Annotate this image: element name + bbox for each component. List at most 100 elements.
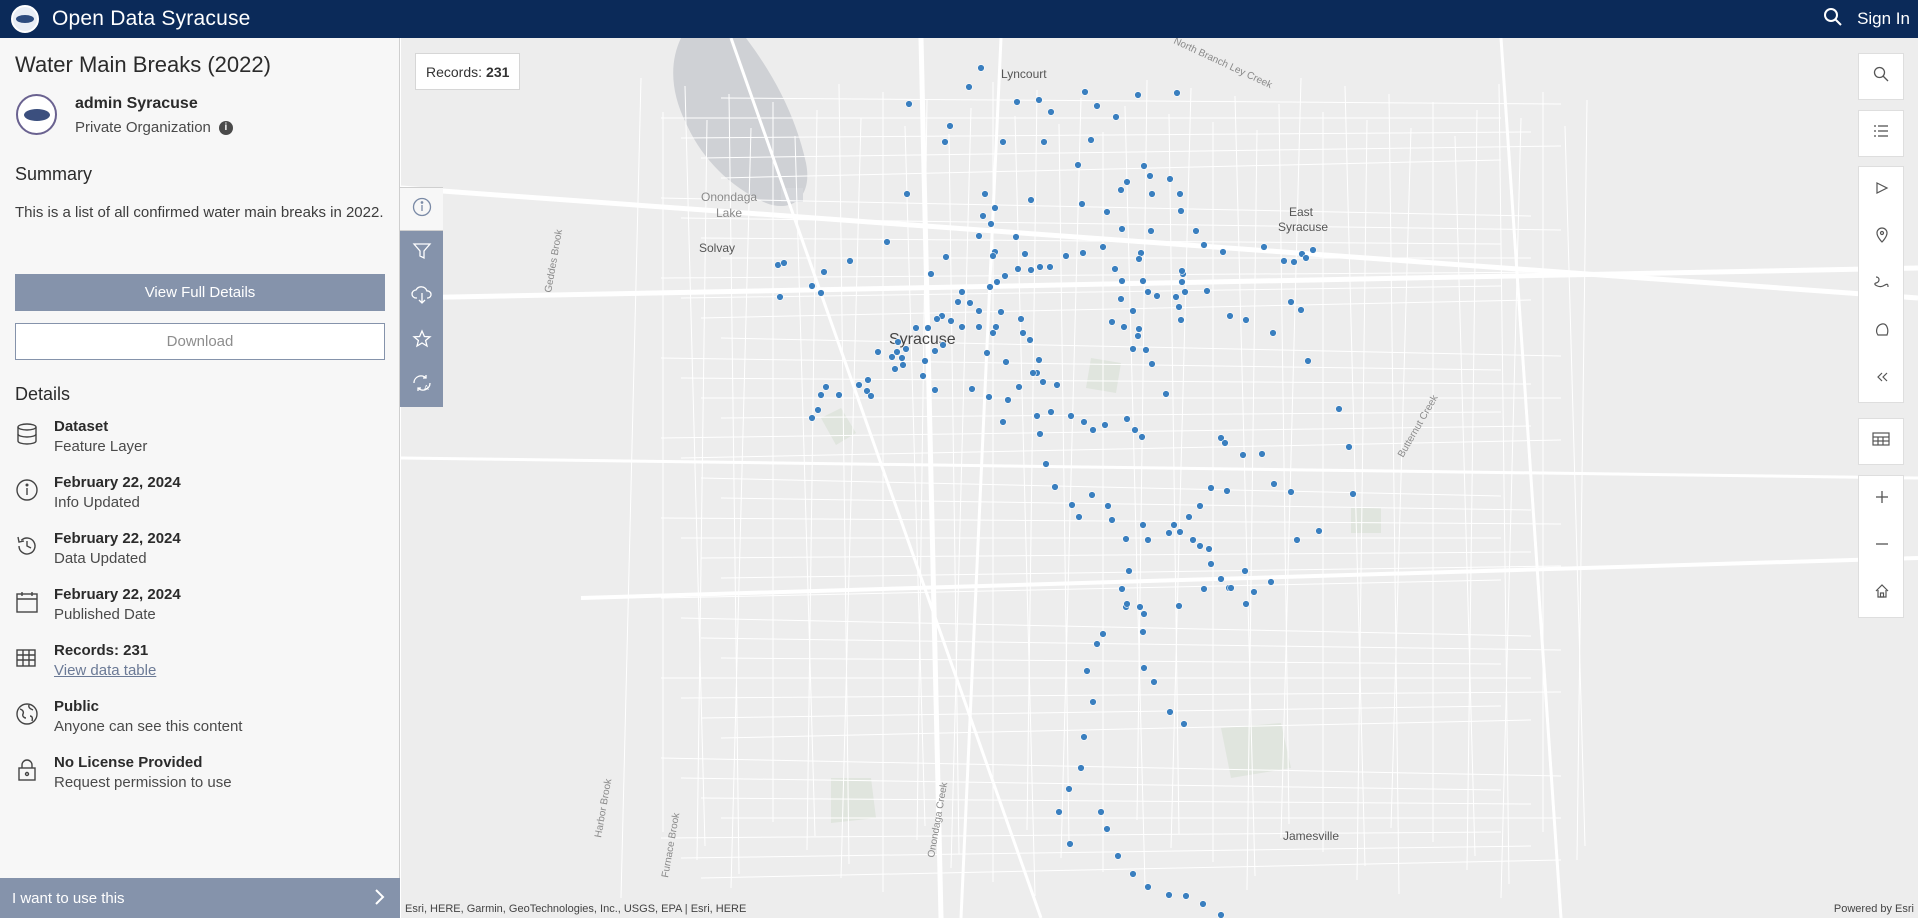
water-main-break-point[interactable]	[1129, 307, 1137, 315]
search-icon[interactable]	[1823, 7, 1843, 32]
water-main-break-point[interactable]	[1185, 513, 1193, 521]
water-main-break-point[interactable]	[1117, 295, 1125, 303]
water-main-break-point[interactable]	[927, 270, 935, 278]
water-main-break-point[interactable]	[1219, 248, 1227, 256]
water-main-break-point[interactable]	[942, 253, 950, 261]
water-main-break-point[interactable]	[817, 391, 825, 399]
water-main-break-point[interactable]	[1083, 667, 1091, 675]
water-main-break-point[interactable]	[1065, 785, 1073, 793]
water-main-break-point[interactable]	[1135, 325, 1143, 333]
water-main-break-point[interactable]	[1026, 336, 1034, 344]
map-search-button[interactable]	[1858, 53, 1904, 100]
water-main-break-point[interactable]	[1035, 356, 1043, 364]
water-main-break-point[interactable]	[999, 138, 1007, 146]
water-main-break-point[interactable]	[977, 64, 985, 72]
water-main-break-point[interactable]	[1241, 567, 1249, 575]
map-attribution[interactable]: Esri, HERE, Garmin, GeoTechnologies, Inc…	[405, 903, 746, 915]
water-main-break-point[interactable]	[1017, 315, 1025, 323]
water-main-break-point[interactable]	[1199, 900, 1207, 908]
water-main-break-point[interactable]	[1042, 460, 1050, 468]
water-main-break-point[interactable]	[1196, 542, 1204, 550]
water-main-break-point[interactable]	[776, 293, 784, 301]
water-main-break-point[interactable]	[1142, 346, 1150, 354]
water-main-break-point[interactable]	[1108, 318, 1116, 326]
water-main-break-point[interactable]	[1131, 426, 1139, 434]
water-main-break-point[interactable]	[1047, 408, 1055, 416]
water-main-break-point[interactable]	[1269, 329, 1277, 337]
water-main-break-point[interactable]	[1123, 178, 1131, 186]
water-main-break-point[interactable]	[991, 204, 999, 212]
water-main-break-point[interactable]	[1223, 487, 1231, 495]
water-main-break-point[interactable]	[1046, 263, 1054, 271]
water-main-break-point[interactable]	[1139, 628, 1147, 636]
water-main-break-point[interactable]	[1125, 567, 1133, 575]
download-button[interactable]: Download	[15, 323, 385, 360]
water-main-break-point[interactable]	[1173, 89, 1181, 97]
water-main-break-point[interactable]	[1140, 664, 1148, 672]
water-main-break-point[interactable]	[987, 220, 995, 228]
water-main-break-point[interactable]	[1144, 536, 1152, 544]
water-main-break-point[interactable]	[1103, 208, 1111, 216]
water-main-break-point[interactable]	[919, 372, 927, 380]
favorite-tool-button[interactable]	[400, 319, 443, 363]
water-main-break-point[interactable]	[1176, 190, 1184, 198]
water-main-break-point[interactable]	[1150, 678, 1158, 686]
water-main-break-point[interactable]	[1078, 200, 1086, 208]
water-main-break-point[interactable]	[1175, 602, 1183, 610]
water-main-break-point[interactable]	[1287, 488, 1295, 496]
water-main-break-point[interactable]	[883, 238, 891, 246]
water-main-break-point[interactable]	[1039, 378, 1047, 386]
water-main-break-point[interactable]	[1144, 288, 1152, 296]
water-main-break-point[interactable]	[1112, 113, 1120, 121]
water-main-break-point[interactable]	[1129, 345, 1137, 353]
water-main-break-point[interactable]	[1302, 254, 1310, 262]
water-main-break-point[interactable]	[933, 315, 941, 323]
water-main-break-point[interactable]	[1139, 521, 1147, 529]
water-main-break-point[interactable]	[1120, 323, 1128, 331]
water-main-break-point[interactable]	[820, 268, 828, 276]
water-main-break-point[interactable]	[993, 278, 1001, 286]
water-main-break-point[interactable]	[1297, 306, 1305, 314]
water-main-break-point[interactable]	[1181, 288, 1189, 296]
water-main-break-point[interactable]	[989, 252, 997, 260]
water-main-break-point[interactable]	[1140, 610, 1148, 618]
home-button[interactable]	[1859, 570, 1905, 617]
water-main-break-point[interactable]	[1077, 764, 1085, 772]
water-main-break-point[interactable]	[1178, 267, 1186, 275]
water-main-break-point[interactable]	[1207, 560, 1215, 568]
water-main-break-point[interactable]	[903, 190, 911, 198]
water-main-break-point[interactable]	[912, 324, 920, 332]
water-main-break-point[interactable]	[814, 406, 822, 414]
water-main-break-point[interactable]	[1081, 88, 1089, 96]
water-main-break-point[interactable]	[1227, 584, 1235, 592]
water-main-break-point[interactable]	[1068, 501, 1076, 509]
water-main-break-point[interactable]	[1136, 603, 1144, 611]
water-main-break-point[interactable]	[1035, 96, 1043, 104]
water-main-break-point[interactable]	[1097, 808, 1105, 816]
water-main-break-point[interactable]	[1146, 172, 1154, 180]
water-main-break-point[interactable]	[1135, 255, 1143, 263]
water-main-break-point[interactable]	[1066, 840, 1074, 848]
water-main-break-point[interactable]	[855, 381, 863, 389]
water-main-break-point[interactable]	[1089, 698, 1097, 706]
water-main-break-point[interactable]	[1123, 600, 1131, 608]
water-main-break-point[interactable]	[1040, 138, 1048, 146]
water-main-break-point[interactable]	[867, 392, 875, 400]
water-main-break-point[interactable]	[1074, 161, 1082, 169]
water-main-break-point[interactable]	[1114, 852, 1122, 860]
map-view[interactable]: Lyncourt Onondaga Lake East Syracuse Sol…	[401, 38, 1918, 918]
owner-avatar[interactable]	[16, 94, 57, 135]
water-main-break-point[interactable]	[1165, 891, 1173, 899]
water-main-break-point[interactable]	[946, 122, 954, 130]
water-main-break-point[interactable]	[1205, 545, 1213, 553]
water-main-break-point[interactable]	[966, 299, 974, 307]
water-main-break-point[interactable]	[1293, 536, 1301, 544]
water-main-break-point[interactable]	[1019, 329, 1027, 337]
water-main-break-point[interactable]	[986, 283, 994, 291]
water-main-break-point[interactable]	[1111, 265, 1119, 273]
water-main-break-point[interactable]	[1118, 277, 1126, 285]
water-main-break-point[interactable]	[1015, 383, 1023, 391]
translate-tool-button[interactable]: A	[400, 363, 443, 407]
collapse-tools-button[interactable]	[1859, 355, 1905, 402]
water-main-break-point[interactable]	[1079, 249, 1087, 257]
